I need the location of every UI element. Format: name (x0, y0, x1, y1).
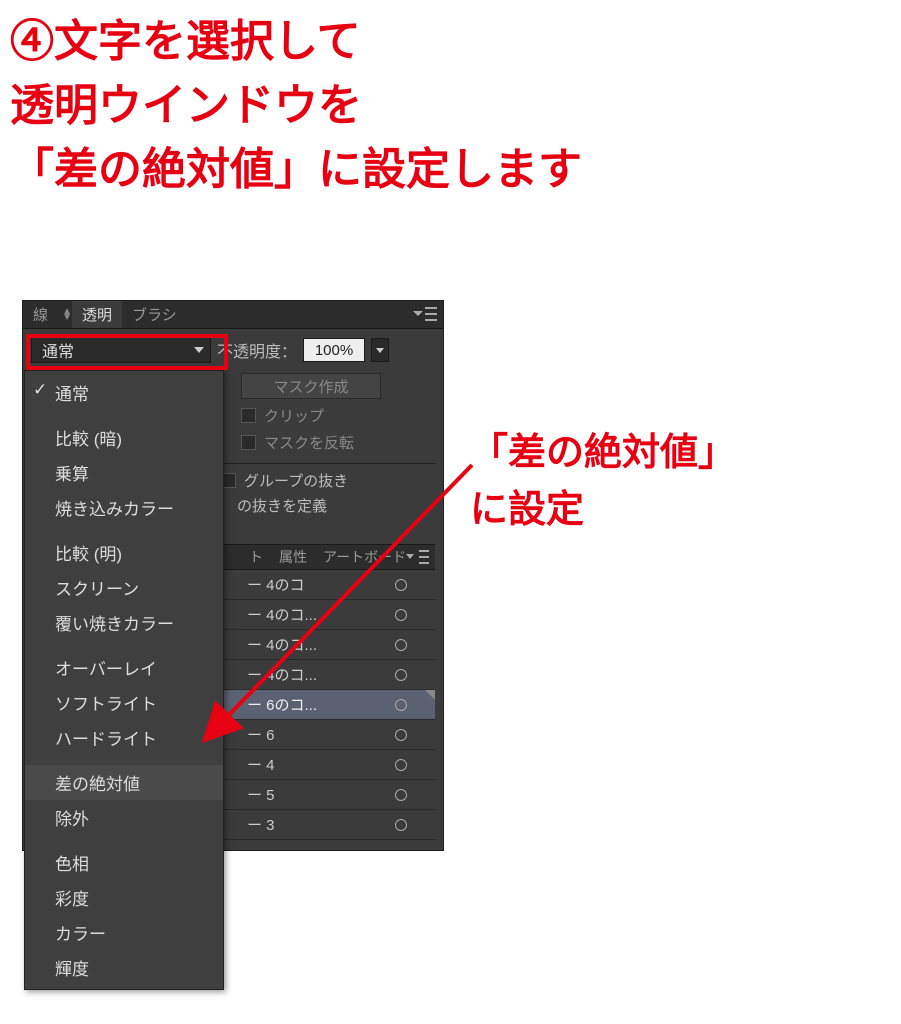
dropdown-separator (25, 640, 223, 650)
blend-mode-option[interactable]: 比較 (暗) (25, 420, 223, 455)
make-mask-button[interactable]: マスク作成 (241, 373, 381, 399)
blend-mode-option[interactable]: 差の絶対値 (25, 765, 223, 800)
selection-corner-icon (425, 690, 435, 700)
blend-mode-value: 通常 (42, 338, 74, 362)
blend-mode-select[interactable]: 通常 (31, 337, 211, 363)
tab-cut[interactable]: ト (241, 545, 271, 569)
blend-mode-option[interactable]: ソフトライト (25, 685, 223, 720)
dropdown-separator (25, 410, 223, 420)
chevron-down-icon (376, 348, 384, 353)
instruction-text: ④文字を選択して 透明ウインドウを 「差の絶対値」に設定します (10, 10, 582, 201)
panel-menu-icon[interactable] (419, 307, 437, 321)
instruction-line-1: ④文字を選択して (10, 10, 582, 74)
target-icon[interactable] (395, 759, 407, 771)
invert-mask-label: マスクを反転 (264, 432, 354, 453)
blend-mode-dropdown: 通常比較 (暗)乗算焼き込みカラー比較 (明)スクリーン覆い焼きカラーオーバーレ… (24, 370, 224, 990)
target-icon[interactable] (395, 729, 407, 741)
tab-brush[interactable]: ブラシ (122, 301, 187, 328)
side-note-line-1: 「差の絶対値」 (470, 425, 736, 482)
tab-transparency[interactable]: 透明 (72, 301, 122, 328)
tab-artboard[interactable]: アートボード (315, 545, 414, 569)
dropdown-separator (25, 835, 223, 845)
blend-mode-option[interactable]: 焼き込みカラー (25, 490, 223, 525)
opacity-input[interactable]: 100% (303, 338, 365, 362)
dropdown-separator (25, 525, 223, 535)
layer-label: ー 4 (247, 754, 275, 775)
knockout-group-row[interactable]: グループの抜き (221, 470, 435, 491)
checkbox-icon (241, 435, 256, 450)
clip-label: クリップ (264, 405, 324, 426)
target-icon[interactable] (395, 639, 407, 651)
blend-mode-option[interactable]: スクリーン (25, 570, 223, 605)
side-note-text: 「差の絶対値」 に設定 (470, 425, 736, 539)
tab-attributes[interactable]: 属性 (271, 545, 315, 569)
blend-mode-option[interactable]: 乗算 (25, 455, 223, 490)
blend-mode-option[interactable]: 輝度 (25, 950, 223, 985)
tab-stroke[interactable]: 線 (23, 301, 58, 328)
dropdown-separator (25, 755, 223, 765)
layer-label: ー 4のコ... (247, 604, 317, 625)
define-knockout-row[interactable]: の抜きを定義 (237, 495, 435, 516)
blend-mode-option[interactable]: 彩度 (25, 880, 223, 915)
chevron-down-icon (194, 347, 204, 353)
blend-mode-option[interactable]: 通常 (25, 375, 223, 410)
define-knockout-label: の抜きを定義 (237, 495, 327, 516)
opacity-stepper[interactable] (371, 338, 389, 362)
invert-mask-checkbox-row[interactable]: マスクを反転 (241, 432, 435, 453)
layer-label: ー 4のコ (247, 574, 305, 595)
checkbox-icon (241, 408, 256, 423)
blend-mode-option[interactable]: 除外 (25, 800, 223, 835)
updown-icon[interactable]: ▲▼ (62, 309, 72, 321)
layer-label: ー 6のコ... (247, 694, 317, 715)
blend-mode-option[interactable]: ハードライト (25, 720, 223, 755)
blend-mode-option[interactable]: 比較 (明) (25, 535, 223, 570)
side-note-line-2: に設定 (470, 482, 736, 539)
instruction-line-2: 透明ウインドウを (10, 74, 582, 138)
target-icon[interactable] (395, 669, 407, 681)
panel2-menu-icon[interactable] (411, 550, 429, 564)
layer-label: ー 4のコ... (247, 634, 317, 655)
blend-mode-option[interactable]: 色相 (25, 845, 223, 880)
panel-tabs: 線 ▲▼ 透明 ブラシ (23, 301, 443, 329)
layer-label: ー 3 (247, 814, 275, 835)
layer-label: ー 6 (247, 724, 275, 745)
target-icon[interactable] (395, 699, 407, 711)
blend-row: 通常 不透明度： 100% (23, 329, 443, 369)
opacity-label: 不透明度： (217, 338, 297, 362)
layer-label: ー 5 (247, 784, 275, 805)
blend-mode-option[interactable]: 覆い焼きカラー (25, 605, 223, 640)
target-icon[interactable] (395, 609, 407, 621)
clip-checkbox-row[interactable]: クリップ (241, 405, 435, 426)
blend-mode-option[interactable]: オーバーレイ (25, 650, 223, 685)
blend-mode-option[interactable]: カラー (25, 915, 223, 950)
target-icon[interactable] (395, 819, 407, 831)
instruction-line-3: 「差の絶対値」に設定します (10, 138, 582, 202)
knockout-group-label: グループの抜き (244, 470, 348, 491)
layer-label: ー 4のコ... (247, 664, 317, 685)
target-icon[interactable] (395, 789, 407, 801)
target-icon[interactable] (395, 579, 407, 591)
